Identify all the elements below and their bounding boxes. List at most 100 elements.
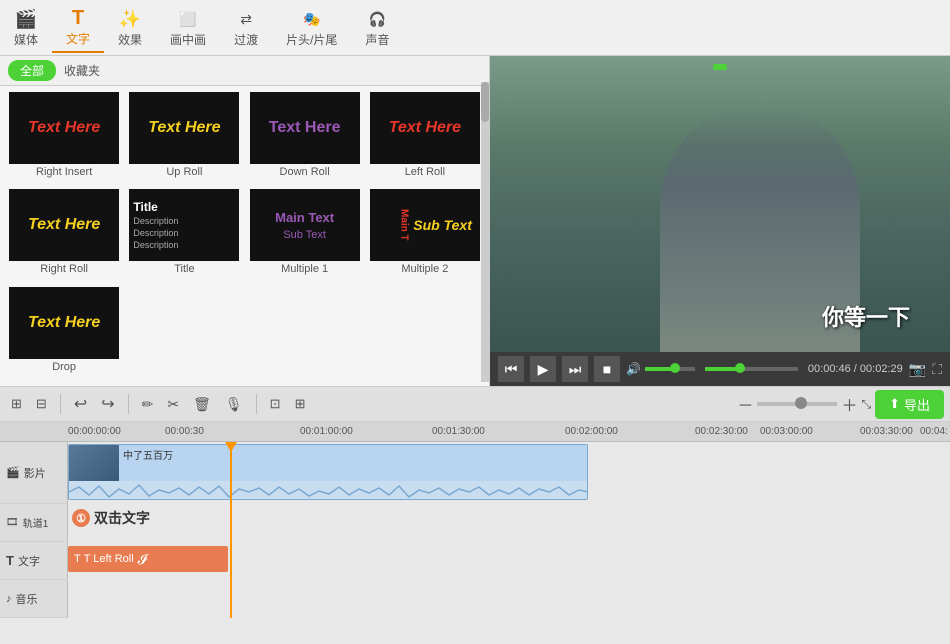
effects-icon: ✨: [118, 7, 142, 31]
audio-track-icon: ♪: [6, 593, 12, 605]
zoom-out-button[interactable]: －: [737, 392, 753, 416]
template-multiple-2-sub: Sub Text: [413, 217, 472, 233]
tab-effects-label: 效果: [118, 31, 142, 48]
redo-button[interactable]: ↪: [96, 391, 119, 417]
ruler-mark-5: 00:02:30:00: [695, 426, 748, 437]
tab-media[interactable]: 🎬 媒体: [0, 3, 52, 52]
record-button[interactable]: 🎙: [220, 393, 248, 416]
audio-track-content: [68, 580, 950, 618]
text-clip-label: T Left Roll: [84, 553, 134, 565]
tab-text-label: 文字: [66, 30, 90, 47]
audio-icon: 🎧: [365, 7, 389, 31]
tab-text[interactable]: T 文字: [52, 2, 104, 53]
annotation-number: ①: [72, 509, 90, 527]
template-right-insert-label: Right Insert: [36, 166, 92, 178]
time-display: 00:00:46 / 00:02:29: [808, 363, 903, 375]
video-subtitle: 你等一下: [822, 300, 910, 332]
fullscreen-button[interactable]: ⛶: [932, 361, 942, 378]
template-title-text: Title: [133, 200, 157, 214]
favorites-filter-button[interactable]: 收藏夹: [64, 62, 100, 79]
export-label: 导出: [904, 395, 930, 414]
template-down-roll[interactable]: Text Here Down Roll: [247, 92, 363, 185]
template-down-roll-text: Text Here: [269, 119, 341, 137]
template-drop[interactable]: Text Here Drop: [6, 287, 122, 380]
template-right-insert[interactable]: Text Here Right Insert: [6, 92, 122, 185]
tab-audio[interactable]: 🎧 声音: [351, 3, 403, 52]
template-multiple-1[interactable]: Main Text Sub Text Multiple 1: [247, 189, 363, 282]
template-multiple-1-sub: Sub Text: [283, 229, 326, 241]
template-multiple-2-main: Main T: [398, 209, 409, 241]
template-left-roll[interactable]: Text Here Left Roll: [367, 92, 483, 185]
video-track-row: 🎬 影片 中了五百万: [0, 442, 950, 504]
grid-view-button[interactable]: ⊟: [31, 393, 52, 415]
cut-button[interactable]: ✂: [162, 393, 184, 416]
current-time: 00:00:46: [808, 363, 851, 375]
text-track-content: T T Left Roll 𝓘: [68, 542, 950, 580]
templates-panel: 全部 收藏夹 Text Here Right Insert Text Here …: [0, 56, 490, 386]
timeline-ruler: 00:00:00:00 00:00:30 00:01:00:00 00:01:3…: [0, 422, 950, 442]
text-icon: T: [66, 6, 90, 30]
zoom-in-button[interactable]: ＋: [841, 392, 857, 416]
video-preview: 你等一下: [490, 56, 950, 352]
template-right-roll-label: Right Roll: [40, 263, 88, 275]
all-filter-button[interactable]: 全部: [8, 60, 56, 81]
text-clip-icon: T: [74, 553, 81, 565]
templates-scrollbar[interactable]: [481, 82, 489, 382]
edit-button[interactable]: ✏: [137, 393, 159, 416]
video-track-label: 🎬 影片: [0, 442, 68, 503]
ruler-mark-6: 00:03:00:00: [760, 426, 813, 437]
track1-content: ① 双击文字: [68, 504, 950, 542]
clip-title: 中了五百万: [119, 445, 177, 464]
tab-bar: 🎬 媒体 T 文字 ✨ 效果 ⬜ 画中画 ⇄ 过渡 🎭 片头/片尾 🎧 声音: [0, 0, 950, 56]
template-drop-label: Drop: [52, 361, 76, 373]
audio-track-label: ♪ 音乐: [0, 580, 68, 617]
annotation-text: 双击文字: [94, 508, 150, 528]
stop-button[interactable]: ■: [594, 356, 620, 382]
template-up-roll-label: Up Roll: [166, 166, 202, 178]
video-controls: ⏮ ▶ ⏭ ■ 🔊 00:00:46 / 00:02:29 📷 ⛶: [490, 352, 950, 386]
text-clip[interactable]: T T Left Roll 𝓘: [68, 546, 228, 572]
step-forward-button[interactable]: ⏭: [562, 356, 588, 382]
text-track-row: T 文字 T T Left Roll 𝓘: [0, 542, 950, 580]
toolbar-separator-1: [60, 394, 61, 414]
tab-transition[interactable]: ⇄ 过渡: [220, 3, 272, 52]
template-multiple-2[interactable]: Main T Sub Text Multiple 2: [367, 189, 483, 282]
export-button[interactable]: ⬆ 导出: [875, 390, 944, 419]
tab-pip[interactable]: ⬜ 画中画: [156, 3, 220, 52]
filter-bar: 全部 收藏夹: [0, 56, 489, 86]
video-track-content: 中了五百万: [68, 442, 950, 504]
chapters-icon: 🎭: [300, 7, 324, 31]
tab-transition-label: 过渡: [234, 31, 258, 48]
text-track-label: T 文字: [0, 542, 68, 579]
merge-button[interactable]: ⊞: [290, 393, 311, 415]
ruler-mark-4: 00:02:00:00: [565, 426, 618, 437]
template-left-roll-label: Left Roll: [405, 166, 445, 178]
rewind-button[interactable]: ⏮: [498, 356, 524, 382]
tab-chapters[interactable]: 🎭 片头/片尾: [272, 3, 351, 52]
play-button[interactable]: ▶: [530, 356, 556, 382]
timeline-progress[interactable]: [705, 367, 798, 371]
view-toggle-button[interactable]: ⊞: [6, 393, 27, 415]
toolbar-separator-3: [256, 394, 257, 414]
ruler-mark-0: 00:00:00:00: [68, 426, 121, 437]
template-drop-text: Text Here: [28, 314, 100, 332]
fit-button[interactable]: ⤡: [861, 397, 871, 412]
detach-audio-button[interactable]: ⊡: [265, 393, 286, 415]
total-time: 00:02:29: [860, 363, 903, 375]
volume-bar[interactable]: [645, 367, 695, 371]
transition-icon: ⇄: [234, 7, 258, 31]
track1-label: 🎞 轨道1: [0, 504, 68, 541]
template-up-roll[interactable]: Text Here Up Roll: [126, 92, 242, 185]
template-title-label: Title: [174, 263, 194, 275]
track1-name: 轨道1: [23, 515, 49, 530]
delete-button[interactable]: 🗑: [188, 393, 216, 416]
zoom-slider[interactable]: [757, 402, 837, 406]
template-title[interactable]: Title Description Description Descriptio…: [126, 189, 242, 282]
tab-effects[interactable]: ✨ 效果: [104, 3, 156, 52]
undo-button[interactable]: ↩: [69, 391, 92, 417]
template-left-roll-text: Text Here: [389, 119, 461, 137]
template-right-roll[interactable]: Text Here Right Roll: [6, 189, 122, 282]
clip-thumbnail: [69, 445, 119, 481]
video-clip[interactable]: 中了五百万: [68, 444, 588, 500]
screenshot-button[interactable]: 📷: [909, 361, 926, 378]
